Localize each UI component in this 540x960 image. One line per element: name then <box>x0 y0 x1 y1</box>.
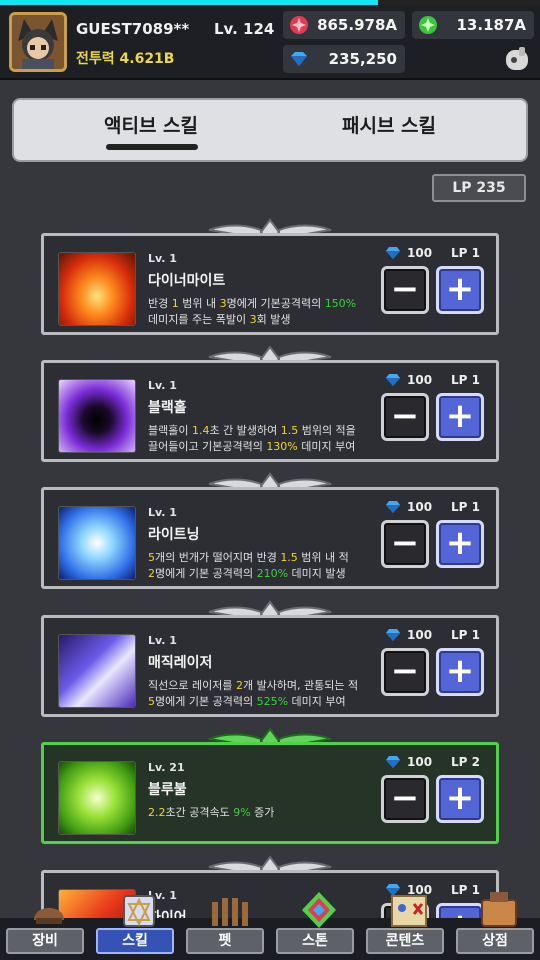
skill-icon <box>58 379 136 453</box>
loading-bar-fill <box>0 0 378 5</box>
lp-total-badge: LP 235 <box>432 174 526 202</box>
nav-button-shop[interactable]: 상점 <box>456 928 534 954</box>
skill-icon <box>58 506 136 580</box>
skill-cost: 100 <box>407 500 433 514</box>
skill-lp-requirement: LP 1 <box>451 373 480 387</box>
diamond-icon <box>386 756 400 768</box>
plus-button[interactable]: + <box>436 775 484 823</box>
diamond-currency: 235,250 <box>283 45 405 73</box>
skill-level: Lv. 1 <box>148 252 177 265</box>
minus-icon: − <box>390 778 420 818</box>
minus-button[interactable]: − <box>381 266 429 314</box>
skill-card[interactable]: Lv. 1 매직레이저 직선으로 레이저를 2개 발사하며, 관통되는 적 5명에… <box>41 615 499 717</box>
diamond-amount: 235,250 <box>328 50 397 68</box>
minus-icon: − <box>390 523 420 563</box>
diamond-icon <box>386 247 400 259</box>
nav-pet-icon <box>212 898 248 926</box>
skill-card[interactable]: Lv. 1 라이트닝 5개의 번개가 떨어지며 반경 1.5 범위 내 적 2명에… <box>41 487 499 589</box>
hero-portrait-icon <box>12 15 64 69</box>
tab-active-indicator <box>106 144 198 150</box>
skill-name: 다이너마이트 <box>148 273 226 289</box>
diamond-icon <box>291 52 307 66</box>
ruby-amount: 865.978A <box>317 16 397 34</box>
minus-button[interactable]: − <box>381 648 429 696</box>
nav-button-pet[interactable]: 펫 <box>186 928 264 954</box>
skill-level: Lv. 1 <box>148 379 177 392</box>
nav-stone-icon <box>302 892 336 928</box>
skill-icon <box>58 634 136 708</box>
emerald-currency: 13.187A <box>412 11 534 39</box>
skill-cost: 100 <box>407 373 433 387</box>
player-level: Lv. 124 <box>214 20 275 38</box>
ruby-icon <box>290 16 308 34</box>
nav-shop-icon <box>481 892 517 927</box>
skill-cost: 100 <box>407 246 433 260</box>
skill-name: 라이트닝 <box>148 527 200 543</box>
skill-name: 블랙홀 <box>148 400 187 416</box>
skill-lp-requirement: LP 1 <box>451 246 480 260</box>
plus-button[interactable]: + <box>436 648 484 696</box>
skill-screen: GUEST7089** Lv. 124 전투력 4.621B 865.978A … <box>0 0 540 960</box>
skill-card[interactable]: Lv. 21 블루불 2.2초간 공격속도 9% 증가 100 LP 2 − + <box>41 742 499 844</box>
minus-icon: − <box>390 396 420 436</box>
plus-icon: + <box>445 523 475 563</box>
skill-description: 5개의 번개가 떨어지며 반경 1.5 범위 내 적 2명에게 기본 공격력의 2… <box>148 551 349 580</box>
minus-button[interactable]: − <box>381 393 429 441</box>
plus-button[interactable]: + <box>436 266 484 314</box>
plus-icon: + <box>445 396 475 436</box>
tab-passive-skill[interactable]: 패시브 스킬 <box>264 100 514 160</box>
skill-lp-requirement: LP 1 <box>451 628 480 642</box>
minus-button[interactable]: − <box>381 520 429 568</box>
skill-card[interactable]: Lv. 1 블랙홀 블랙홀이 1.4초 간 발생하여 1.5 범위의 적을 끌어들… <box>41 360 499 462</box>
skill-tabs: 액티브 스킬 패시브 스킬 <box>12 98 528 162</box>
skill-card[interactable]: Lv. 1 다이너마이트 반경 1 범위 내 3명에게 기본공격력의 150% 데… <box>41 233 499 335</box>
skill-description: 직선으로 레이저를 2개 발사하며, 관통되는 적 5명에게 기본 공격력의 52… <box>148 679 359 708</box>
diamond-icon <box>386 374 400 386</box>
combat-power: 전투력 4.621B <box>76 51 175 67</box>
skill-cost: 100 <box>407 755 433 769</box>
diamond-icon <box>386 629 400 641</box>
avatar[interactable] <box>9 12 67 72</box>
skill-name: 블루불 <box>148 782 187 798</box>
profile-icon[interactable] <box>502 44 532 74</box>
nav-button-content[interactable]: 콘텐츠 <box>366 928 444 954</box>
plus-icon: + <box>445 778 475 818</box>
player-name: GUEST7089** <box>76 20 190 38</box>
plus-icon: + <box>445 651 475 691</box>
tab-active-skill[interactable]: 액티브 스킬 <box>26 100 276 160</box>
nav-button-equipment[interactable]: 장비 <box>6 928 84 954</box>
skill-level: Lv. 1 <box>148 634 177 647</box>
emerald-amount: 13.187A <box>456 16 527 34</box>
nav-button-stone[interactable]: 스톤 <box>276 928 354 954</box>
minus-icon: − <box>390 651 420 691</box>
nav-button-skill[interactable]: 스킬 <box>96 928 174 954</box>
minus-icon: − <box>390 269 420 309</box>
skill-description: 반경 1 범위 내 3명에게 기본공격력의 150% 데미지를 주는 폭발이 3회… <box>148 297 357 326</box>
skill-level: Lv. 1 <box>148 506 177 519</box>
loading-bar <box>0 0 540 5</box>
plus-button[interactable]: + <box>436 393 484 441</box>
minus-button[interactable]: − <box>381 775 429 823</box>
skill-icon <box>58 252 136 326</box>
skill-description: 블랙홀이 1.4초 간 발생하여 1.5 범위의 적을 끌어들이고 기본공격력의 … <box>148 424 356 453</box>
skill-icon <box>58 761 136 835</box>
nav-equipment-icon <box>34 908 64 924</box>
skill-level: Lv. 21 <box>148 761 185 774</box>
plus-button[interactable]: + <box>436 520 484 568</box>
top-bar: GUEST7089** Lv. 124 전투력 4.621B 865.978A … <box>0 0 540 80</box>
skill-name: 매직레이저 <box>148 655 213 671</box>
skill-lp-requirement: LP 2 <box>451 755 480 769</box>
diamond-icon <box>386 501 400 513</box>
emerald-icon <box>419 16 437 34</box>
nav-skill-icon <box>123 895 155 927</box>
plus-icon: + <box>445 269 475 309</box>
skill-lp-requirement: LP 1 <box>451 500 480 514</box>
nav-content-icon <box>391 895 427 927</box>
ruby-currency: 865.978A <box>283 11 405 39</box>
skill-description: 2.2초간 공격속도 9% 증가 <box>148 806 275 819</box>
skill-cost: 100 <box>407 628 433 642</box>
